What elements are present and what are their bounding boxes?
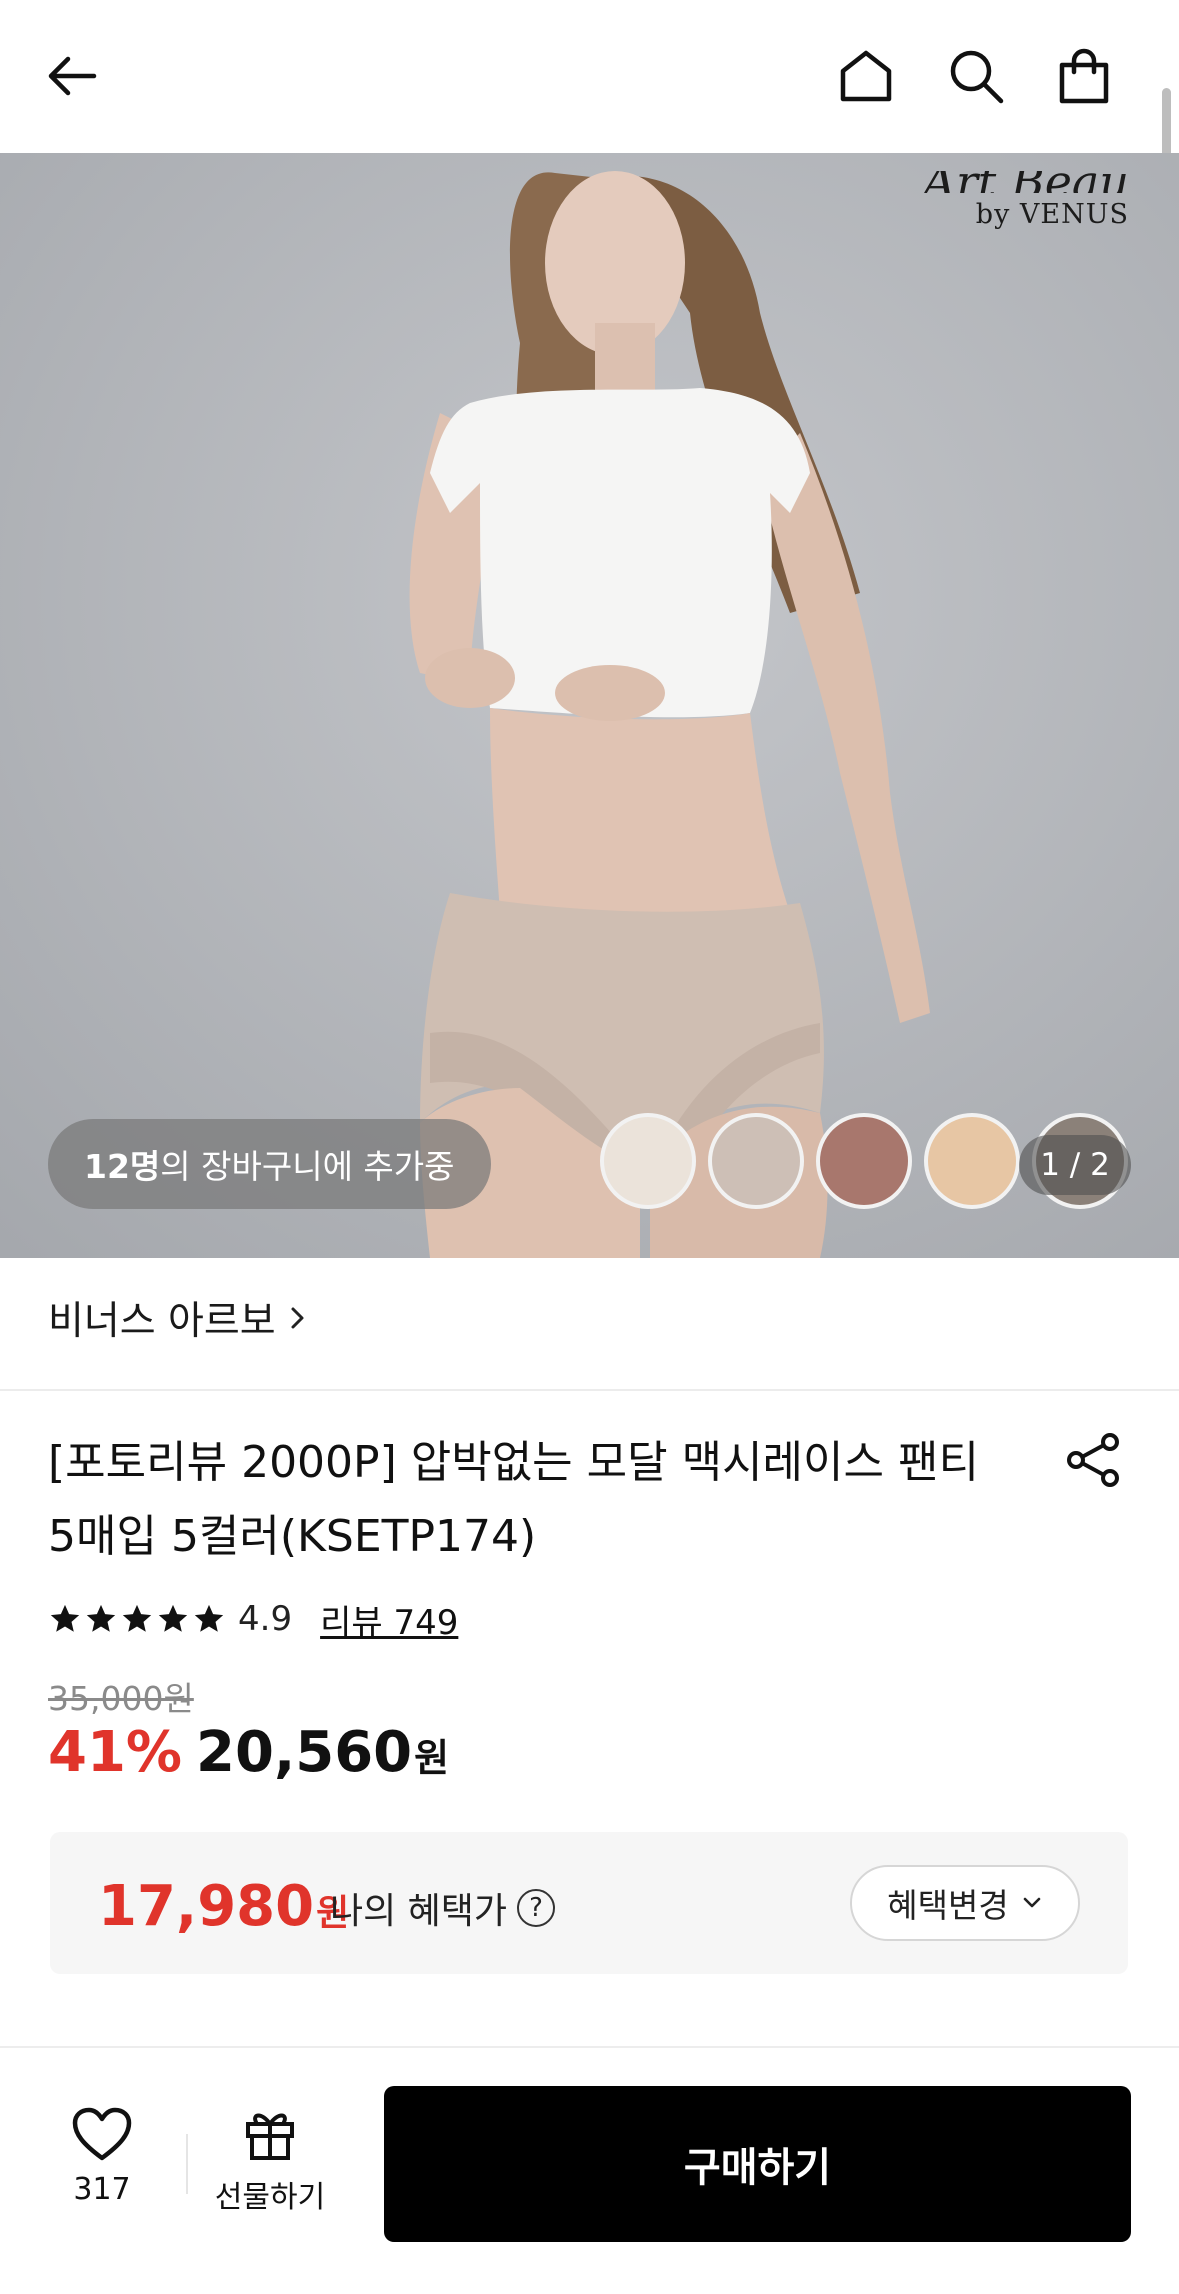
color-swatch[interactable] (816, 1113, 912, 1209)
brand-name: 비너스 아르보 (48, 1299, 276, 1344)
brand-link[interactable]: 비너스 아르보 (48, 1290, 308, 1346)
arrow-left-icon[interactable] (34, 38, 110, 114)
top-navigation-bar (0, 0, 1179, 153)
gift-button[interactable]: 선물하기 (206, 2106, 334, 2216)
cart-activity-badge: 12명 의 장바구니에 추가중 (48, 1119, 491, 1209)
product-image-carousel[interactable]: Art Beau by VENUS 12명의 장바구니에 추가중 1 / 2 (0, 153, 1179, 1258)
cart-count: 12명 (84, 1147, 161, 1186)
brand-watermark-sub: by VENUS (975, 199, 1129, 230)
review-count-link[interactable]: 리뷰 749 (320, 1595, 458, 1644)
change-benefit-label: 혜택변경 (887, 1886, 1009, 1925)
brand-watermark-script: Art Beau (923, 171, 1129, 193)
rating-row: 4.9 리뷰 749 (48, 1595, 458, 1644)
search-icon[interactable] (938, 38, 1014, 114)
benefit-price-value: 17,980 (98, 1874, 315, 1939)
chevron-right-icon (291, 1307, 304, 1329)
color-swatch[interactable] (924, 1113, 1020, 1209)
star-icon (158, 1604, 188, 1632)
share-icon[interactable] (1064, 1430, 1124, 1490)
color-swatch[interactable] (600, 1113, 696, 1209)
price-row: 41% 20,560 원 (48, 1720, 449, 1790)
like-count: 317 (73, 2172, 131, 2207)
star-icon (50, 1604, 80, 1632)
original-price: 35,000원 (48, 1679, 194, 1718)
section-divider (0, 1389, 1179, 1391)
gift-icon (246, 2113, 294, 2160)
star-icon (122, 1604, 152, 1632)
gift-label: 선물하기 (214, 2180, 326, 2215)
product-title: [포토리뷰 2000P] 압박없는 모달 맥시레이스 팬티 5매입 5컬러(KS… (48, 1437, 979, 1562)
star-rating (48, 1602, 226, 1636)
change-benefit-button[interactable]: 혜택변경 (850, 1865, 1080, 1941)
star-icon (194, 1604, 224, 1632)
cart-activity-text: 의 장바구니에 추가중 (160, 1147, 455, 1186)
benefit-label-text: 나의 혜택가 (330, 1891, 508, 1932)
heart-icon (72, 2107, 132, 2161)
benefit-price-box: 17,980 원 나의 혜택가 ? 혜택변경 (50, 1832, 1128, 1974)
product-photo (0, 153, 1179, 1258)
discount-rate: 41% (48, 1720, 183, 1785)
bottom-action-bar: 317 선물하기 구매하기 (0, 2046, 1179, 2294)
like-button[interactable]: 317 (50, 2106, 154, 2207)
price-unit: 원 (414, 1736, 450, 1780)
question-circle-icon[interactable]: ? (517, 1889, 556, 1927)
home-icon[interactable] (828, 38, 904, 114)
benefit-price: 17,980 원 (98, 1874, 349, 1939)
carousel-page-indicator: 1 / 2 (1019, 1135, 1131, 1195)
star-icon (86, 1604, 116, 1632)
brand-watermark: Art Beau by VENUS (923, 171, 1129, 230)
chevron-down-icon (1023, 1897, 1041, 1908)
bottom-divider (186, 2134, 188, 2194)
sale-price: 20,560 (196, 1720, 413, 1785)
buy-button[interactable]: 구매하기 (384, 2086, 1131, 2242)
benefit-label: 나의 혜택가 ? (330, 1882, 556, 1934)
color-swatch[interactable] (708, 1113, 804, 1209)
rating-value: 4.9 (238, 1599, 293, 1639)
shopping-bag-icon[interactable] (1046, 38, 1122, 114)
